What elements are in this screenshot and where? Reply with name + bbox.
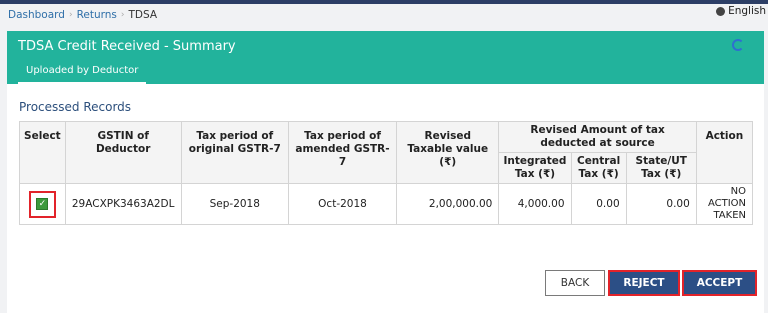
check-icon: ✓ bbox=[38, 198, 47, 209]
back-button[interactable]: BACK bbox=[545, 270, 605, 296]
tab-uploaded-by-deductor[interactable]: Uploaded by Deductor bbox=[18, 58, 147, 84]
breadcrumb-separator-icon: › bbox=[120, 10, 125, 20]
column-header-amended-period: Tax period of amended GSTR-7 bbox=[287, 121, 398, 184]
panel-title: TDSA Credit Received - Summary bbox=[18, 39, 236, 54]
column-header-revised-amount: Revised Amount of tax deducted at source bbox=[498, 121, 697, 153]
state-tax-cell: 0.00 bbox=[625, 183, 697, 225]
checkbox-highlight: ✓ bbox=[28, 190, 56, 218]
globe-icon bbox=[716, 6, 726, 16]
accept-button[interactable]: ACCEPT bbox=[682, 270, 757, 296]
refresh-icon[interactable] bbox=[732, 39, 744, 51]
select-checkbox[interactable]: ✓ bbox=[36, 198, 49, 210]
summary-panel: TDSA Credit Received - Summary Uploaded … bbox=[7, 31, 764, 313]
column-header-gstin: GSTIN of Deductor bbox=[64, 121, 182, 184]
column-header-select: Select bbox=[19, 121, 66, 184]
column-header-taxable-value: Revised Taxable value (₹) bbox=[396, 121, 500, 184]
breadcrumb-separator-icon: › bbox=[68, 10, 73, 20]
breadcrumb-current: TDSA bbox=[128, 9, 158, 21]
gstin-cell: 29ACXPK3463A2DL bbox=[64, 183, 182, 225]
reject-button[interactable]: REJECT bbox=[608, 270, 680, 296]
taxable-value-cell: 2,00,000.00 bbox=[396, 183, 500, 225]
column-header-state-tax: State/UT Tax (₹) bbox=[625, 152, 697, 184]
action-cell: NO ACTION TAKEN bbox=[695, 183, 754, 225]
breadcrumb-dashboard[interactable]: Dashboard bbox=[8, 9, 65, 21]
integrated-tax-cell: 4,000.00 bbox=[498, 183, 572, 225]
original-period-cell: Sep-2018 bbox=[180, 183, 289, 225]
table-row: ✓ 29ACXPK3463A2DL Sep-2018 Oct-2018 2,00… bbox=[19, 183, 754, 225]
column-header-central-tax: Central Tax (₹) bbox=[570, 152, 627, 184]
column-header-original-period: Tax period of original GSTR-7 bbox=[180, 121, 289, 184]
breadcrumb-returns[interactable]: Returns bbox=[77, 9, 117, 21]
select-cell: ✓ bbox=[19, 183, 66, 225]
column-header-action: Action bbox=[695, 121, 754, 184]
language-label: English bbox=[728, 5, 766, 17]
language-selector[interactable]: English bbox=[716, 5, 766, 17]
section-title: Processed Records bbox=[19, 100, 132, 114]
breadcrumb: Dashboard › Returns › TDSA bbox=[0, 4, 768, 26]
amended-period-cell: Oct-2018 bbox=[287, 183, 398, 225]
processed-records-table: Select GSTIN of Deductor Tax period of o… bbox=[19, 121, 754, 225]
panel-header: TDSA Credit Received - Summary Uploaded … bbox=[7, 31, 764, 84]
central-tax-cell: 0.00 bbox=[570, 183, 627, 225]
column-header-integrated-tax: Integrated Tax (₹) bbox=[498, 152, 572, 184]
